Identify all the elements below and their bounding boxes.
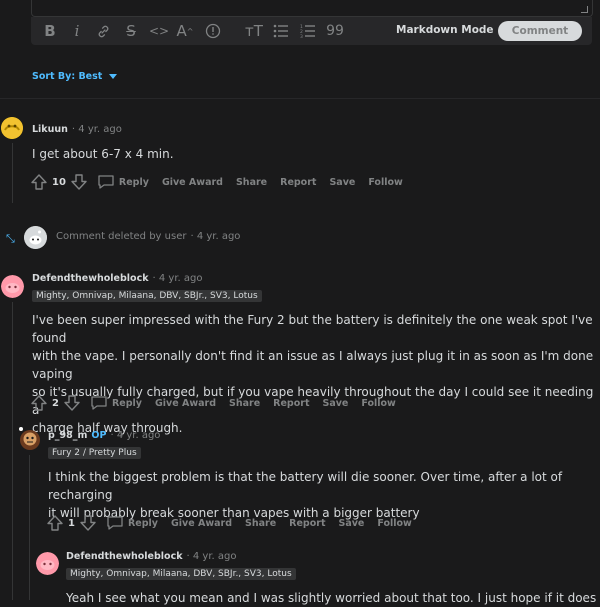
thread-line[interactable] — [29, 455, 30, 600]
comment-actions: 10 Reply Give Award Share Report Save Fo… — [30, 173, 416, 191]
comment-header: Likuun · 4 yr. ago — [32, 124, 122, 135]
report-button[interactable]: Report — [289, 518, 325, 529]
italic-icon[interactable]: i — [66, 21, 88, 41]
comment-actions: 1 Reply Give Award Share Report Save Fol… — [46, 514, 425, 532]
give-award-button[interactable]: Give Award — [171, 518, 232, 529]
follow-button[interactable]: Follow — [361, 398, 395, 409]
comment-body: I've been super impressed with the Fury … — [32, 311, 594, 437]
give-award-button[interactable]: Give Award — [162, 177, 223, 188]
share-button[interactable]: Share — [245, 518, 276, 529]
comment-body-line: I think the biggest problem is that the … — [48, 470, 563, 502]
comment-author[interactable]: Likuun — [32, 124, 68, 135]
strikethrough-icon[interactable]: S — [120, 21, 142, 41]
thread-line[interactable] — [12, 143, 13, 203]
upvote-icon[interactable] — [46, 514, 64, 532]
comment-body-line: I've been super impressed with the Fury … — [32, 313, 593, 345]
comment-editor-textarea[interactable] — [31, 0, 593, 17]
resize-handle-icon[interactable] — [581, 6, 588, 13]
vote-count: 1 — [68, 517, 75, 529]
reply-icon[interactable] — [106, 515, 124, 531]
downvote-icon[interactable] — [63, 394, 81, 412]
bold-icon[interactable]: B — [39, 21, 61, 41]
comment-header: Defendthewholeblock · 4 yr. ago — [32, 273, 202, 284]
upvote-icon[interactable] — [30, 173, 48, 191]
markdown-mode-toggle[interactable]: Markdown Mode — [396, 24, 494, 36]
comment-submit-button[interactable]: Comment — [498, 21, 582, 41]
report-button[interactable]: Report — [280, 177, 316, 188]
thread-line[interactable] — [12, 302, 13, 600]
comment-body: I get about 6-7 x 4 min. — [32, 147, 174, 161]
downvote-icon[interactable] — [79, 514, 97, 532]
op-badge: OP — [91, 430, 107, 441]
upvote-icon[interactable] — [30, 394, 48, 412]
give-award-button[interactable]: Give Award — [155, 398, 216, 409]
vote-count: 10 — [52, 176, 66, 188]
comment-header: Defendthewholeblock · 4 yr. ago — [66, 551, 236, 562]
vote-count: 2 — [52, 397, 59, 409]
comment-actions: 2 Reply Give Award Share Report Save Fol… — [30, 394, 409, 412]
svg-text:3: 3 — [300, 34, 303, 38]
comment-author[interactable]: Defendthewholeblock — [66, 551, 183, 562]
follow-button[interactable]: Follow — [368, 177, 402, 188]
comment-author[interactable]: Defendthewholeblock — [32, 273, 149, 284]
share-button[interactable]: Share — [236, 177, 267, 188]
deleted-avatar — [24, 226, 47, 249]
superscript-icon[interactable]: A ^ — [174, 21, 196, 41]
reply-button[interactable]: Reply — [128, 518, 158, 529]
spoiler-icon[interactable] — [202, 21, 224, 41]
reply-button[interactable]: Reply — [119, 177, 149, 188]
avatar[interactable] — [1, 275, 24, 298]
numbered-list-icon[interactable]: 123 — [297, 21, 319, 41]
chevron-down-icon — [109, 74, 118, 79]
deleted-comment-text: Comment deleted by user — [56, 231, 187, 242]
save-button[interactable]: Save — [338, 518, 364, 529]
avatar[interactable] — [36, 552, 59, 575]
share-button[interactable]: Share — [229, 398, 260, 409]
comment-body: Yeah I see what you mean and I was sligh… — [66, 591, 596, 605]
reply-button[interactable]: Reply — [112, 398, 142, 409]
downvote-icon[interactable] — [70, 173, 88, 191]
user-flair: Mighty, Omnivap, Milaana, DBV, SBJr., SV… — [32, 290, 262, 302]
comment-author[interactable]: p_98_m — [48, 430, 87, 441]
user-flair: Mighty, Omnivap, Milaana, DBV, SBJr., SV… — [66, 568, 296, 580]
editor-toolbar: B i S <> A ^ ᴛT 123 99 Markdown Mode Comm… — [31, 17, 592, 45]
reply-icon[interactable] — [97, 174, 115, 190]
comment-timestamp[interactable]: · 4 yr. ago — [190, 231, 240, 242]
comment-header: p_98_m OP · 4 yr. ago — [48, 430, 160, 441]
comment-timestamp[interactable]: · 4 yr. ago — [110, 430, 160, 441]
comment-timestamp[interactable]: · 4 yr. ago — [187, 551, 237, 562]
quote-block-icon[interactable]: 99 — [324, 21, 346, 41]
save-button[interactable]: Save — [322, 398, 348, 409]
sort-label: Sort By: Best — [32, 71, 103, 82]
user-flair: Fury 2 / Pretty Plus — [48, 447, 141, 459]
comment-body-line: with the vape. I personally don't find i… — [32, 349, 594, 381]
sort-dropdown[interactable]: Sort By: Best — [32, 71, 118, 82]
save-button[interactable]: Save — [329, 177, 355, 188]
divider — [0, 98, 600, 99]
reply-icon[interactable] — [90, 395, 108, 411]
expand-icon[interactable]: ⤡ — [6, 232, 15, 246]
heading-icon[interactable]: ᴛT — [243, 21, 265, 41]
comment-timestamp[interactable]: · 4 yr. ago — [72, 124, 122, 135]
bulleted-list-icon[interactable] — [270, 21, 292, 41]
avatar[interactable] — [1, 117, 23, 139]
avatar[interactable] — [17, 425, 41, 451]
inline-code-icon[interactable]: <> — [148, 21, 170, 41]
report-button[interactable]: Report — [273, 398, 309, 409]
comment-timestamp[interactable]: · 4 yr. ago — [153, 273, 203, 284]
link-icon[interactable] — [92, 21, 114, 41]
deleted-comment: Comment deleted by user · 4 yr. ago — [56, 231, 240, 242]
follow-button[interactable]: Follow — [377, 518, 411, 529]
